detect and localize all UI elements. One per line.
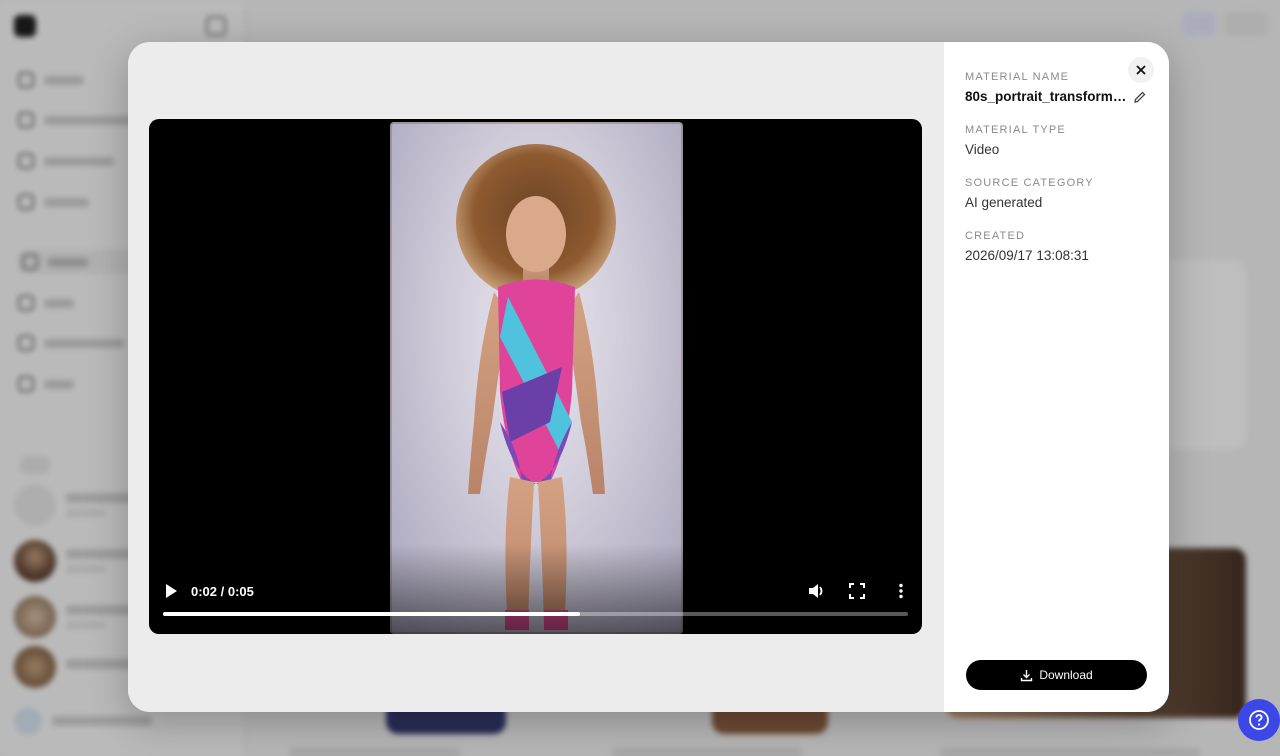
help-button[interactable] bbox=[1238, 699, 1280, 741]
volume-icon[interactable] bbox=[807, 582, 825, 600]
download-button[interactable]: Download bbox=[966, 660, 1147, 690]
more-vertical-icon[interactable] bbox=[893, 583, 909, 599]
material-name-label: MATERIAL NAME bbox=[965, 71, 1070, 83]
video-progress-fill bbox=[163, 612, 581, 616]
material-type-label: MATERIAL TYPE bbox=[965, 124, 1066, 136]
video-time-display: 0:02 / 0:05 bbox=[191, 584, 254, 599]
video-progress-bar[interactable] bbox=[163, 612, 908, 616]
material-info-panel: MATERIAL NAME 80s_portrait_transformatio… bbox=[944, 42, 1169, 712]
download-label: Download bbox=[1039, 668, 1093, 682]
close-icon bbox=[1136, 65, 1146, 75]
video-player[interactable]: 0:02 / 0:05 bbox=[149, 119, 922, 634]
pencil-icon[interactable] bbox=[1133, 90, 1147, 104]
media-area: 0:02 / 0:05 bbox=[128, 42, 944, 712]
source-category-label: SOURCE CATEGORY bbox=[965, 177, 1094, 189]
download-icon bbox=[1021, 669, 1033, 681]
material-preview-modal: 0:02 / 0:05 MATERIAL NAME 80s_portrait_t… bbox=[128, 42, 1169, 712]
help-icon bbox=[1249, 710, 1269, 730]
play-icon[interactable] bbox=[163, 582, 179, 600]
created-label: CREATED bbox=[965, 230, 1026, 242]
close-button[interactable] bbox=[1128, 57, 1154, 83]
created-value: 2026/09/17 13:08:31 bbox=[965, 248, 1089, 263]
source-category-value: AI generated bbox=[965, 195, 1043, 210]
material-name-value: 80s_portrait_transformation bbox=[965, 89, 1129, 104]
fullscreen-icon[interactable] bbox=[849, 583, 865, 599]
material-type-value: Video bbox=[965, 142, 1000, 157]
